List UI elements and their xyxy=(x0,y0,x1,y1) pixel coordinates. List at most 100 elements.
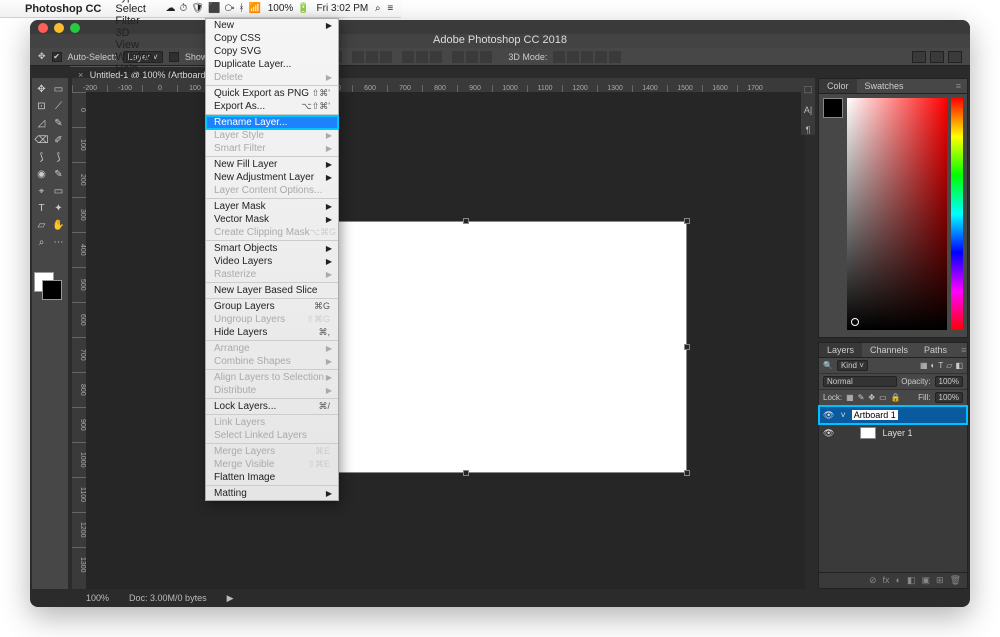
tool-icon[interactable]: ⟆ xyxy=(51,150,66,165)
menu-filter[interactable]: Filter xyxy=(108,15,161,27)
distribute-icon[interactable] xyxy=(402,51,414,63)
tool-icon[interactable]: ✎ xyxy=(51,116,66,131)
layer-foot-icon[interactable]: ⊘ xyxy=(869,575,877,586)
minibar-icon[interactable]: ⬚ xyxy=(804,84,813,95)
menu-item[interactable]: Vector Mask▶ xyxy=(206,213,338,226)
tool-icon[interactable]: ✎ xyxy=(51,167,66,182)
show-transform-checkbox[interactable] xyxy=(169,52,179,62)
menu-item[interactable]: Copy CSS xyxy=(206,32,338,45)
align-icon[interactable] xyxy=(380,51,392,63)
menu-item[interactable]: Duplicate Layer... xyxy=(206,58,338,71)
filter-kind-dropdown[interactable]: Kind ˅ xyxy=(837,360,868,371)
layer-foot-icon[interactable]: fx xyxy=(883,575,890,586)
mode-3d-icon[interactable] xyxy=(567,51,579,63)
layer-menu-dropdown[interactable]: New▶Copy CSSCopy SVGDuplicate Layer...De… xyxy=(205,18,339,501)
menu-item[interactable]: Rename Layer... xyxy=(206,116,338,129)
tab-layers[interactable]: Layers xyxy=(819,343,862,357)
tool-icon[interactable]: ⌖ xyxy=(34,184,49,199)
tool-icon[interactable]: ◿ xyxy=(34,116,49,131)
menu-item[interactable]: New Layer Based Slice xyxy=(206,284,338,297)
panel-menu-icon[interactable]: ≡ xyxy=(955,343,970,357)
menu-item[interactable]: Group Layers⌘G xyxy=(206,300,338,313)
menu-window[interactable]: Window xyxy=(108,51,161,63)
transform-handle[interactable] xyxy=(684,218,690,224)
menu-item[interactable]: Export As...⌥⇧⌘' xyxy=(206,100,338,113)
distribute-icon[interactable] xyxy=(466,51,478,63)
tool-icon[interactable]: ◉ xyxy=(34,167,49,182)
layer-thumbnail[interactable] xyxy=(860,427,876,439)
panel-menu-icon[interactable]: ≡ xyxy=(950,79,967,93)
tab-color[interactable]: Color xyxy=(819,79,857,93)
minibar-icon[interactable]: ¶ xyxy=(806,125,811,135)
auto-select-checkbox[interactable]: ✔ xyxy=(52,52,62,62)
hue-slider[interactable] xyxy=(951,98,963,330)
chevron-down-icon[interactable]: ˅ xyxy=(840,410,845,420)
layer-foot-icon[interactable]: ⊞ xyxy=(936,575,944,586)
tool-icon[interactable]: ⟋ xyxy=(51,99,66,114)
filter-adjust-icon[interactable]: ◐ xyxy=(931,361,936,370)
align-icon[interactable] xyxy=(352,51,364,63)
filter-smart-icon[interactable]: ◧ xyxy=(955,361,963,370)
menu-item[interactable]: New▶ xyxy=(206,19,338,32)
foreground-swatch[interactable] xyxy=(823,98,843,118)
minimize-icon[interactable] xyxy=(54,23,64,33)
visibility-icon[interactable]: 👁 xyxy=(823,410,834,421)
tool-icon[interactable]: ⋯ xyxy=(51,235,66,250)
tab-swatches[interactable]: Swatches xyxy=(857,79,912,93)
lock-transparent-icon[interactable]: ▦ xyxy=(846,393,854,402)
lock-position-icon[interactable]: ✥ xyxy=(868,393,875,402)
menu-item[interactable]: Copy SVG xyxy=(206,45,338,58)
transform-handle[interactable] xyxy=(463,470,469,476)
layer-row[interactable]: 👁Layer 1 xyxy=(819,424,967,442)
share-icon[interactable] xyxy=(948,51,962,63)
mode-3d-icon[interactable] xyxy=(609,51,621,63)
layer-foot-icon[interactable]: ▣ xyxy=(922,575,931,586)
minibar-icon[interactable]: A| xyxy=(804,105,812,115)
tool-icon[interactable]: ⟆ xyxy=(34,150,49,165)
tool-icon[interactable]: ▱ xyxy=(34,218,49,233)
tool-icon[interactable]: ✐ xyxy=(51,133,66,148)
tool-icon[interactable]: ✋ xyxy=(51,218,66,233)
tool-icon[interactable]: ✦ xyxy=(51,201,66,216)
menu-3d[interactable]: 3D xyxy=(108,27,161,39)
layer-foot-icon[interactable]: ◧ xyxy=(907,575,916,586)
mode-3d-icon[interactable] xyxy=(581,51,593,63)
tab-paths[interactable]: Paths xyxy=(916,343,955,357)
color-picker[interactable] xyxy=(847,98,947,330)
menu-item[interactable]: Quick Export as PNG⇧⌘' xyxy=(206,87,338,100)
zoom-level[interactable]: 100% xyxy=(86,593,109,603)
menu-help[interactable]: Help xyxy=(108,63,161,75)
filter-shape-icon[interactable]: ▱ xyxy=(946,361,952,370)
tool-icon[interactable]: ⌕ xyxy=(34,235,49,250)
workspace-icon[interactable] xyxy=(930,51,944,63)
visibility-icon[interactable]: 👁 xyxy=(823,428,834,439)
tool-icon[interactable]: ✥ xyxy=(34,82,49,97)
filter-type-icon[interactable]: T xyxy=(938,361,943,370)
mode-3d-icon[interactable] xyxy=(553,51,565,63)
app-name[interactable]: Photoshop CC xyxy=(18,0,108,17)
tool-icon[interactable]: ⌫ xyxy=(34,133,49,148)
menu-item[interactable]: Video Layers▶ xyxy=(206,255,338,268)
lock-pixels-icon[interactable]: ✎ xyxy=(858,393,865,402)
tool-icon[interactable]: ▭ xyxy=(51,82,66,97)
canvas-area[interactable] xyxy=(86,92,805,589)
distribute-icon[interactable] xyxy=(416,51,428,63)
distribute-icon[interactable] xyxy=(452,51,464,63)
distribute-icon[interactable] xyxy=(480,51,492,63)
transform-handle[interactable] xyxy=(463,218,469,224)
fill-input[interactable]: 100% xyxy=(935,392,963,403)
tool-icon[interactable]: ▭ xyxy=(51,184,66,199)
menu-item[interactable]: Layer Mask▶ xyxy=(206,200,338,213)
mode-3d-icon[interactable] xyxy=(595,51,607,63)
transform-handle[interactable] xyxy=(684,344,690,350)
menu-item[interactable]: Flatten Image xyxy=(206,471,338,484)
menu-item[interactable]: New Adjustment Layer▶ xyxy=(206,171,338,184)
menu-item[interactable]: Matting▶ xyxy=(206,487,338,500)
tab-channels[interactable]: Channels xyxy=(862,343,916,357)
layer-name-input[interactable]: Artboard 1 xyxy=(852,410,898,420)
menu-select[interactable]: Select xyxy=(108,3,161,15)
menu-view[interactable]: View xyxy=(108,39,161,51)
menu-item[interactable]: Smart Objects▶ xyxy=(206,242,338,255)
color-swatches[interactable] xyxy=(34,272,66,302)
status-arrow-icon[interactable]: ▶ xyxy=(227,593,234,604)
